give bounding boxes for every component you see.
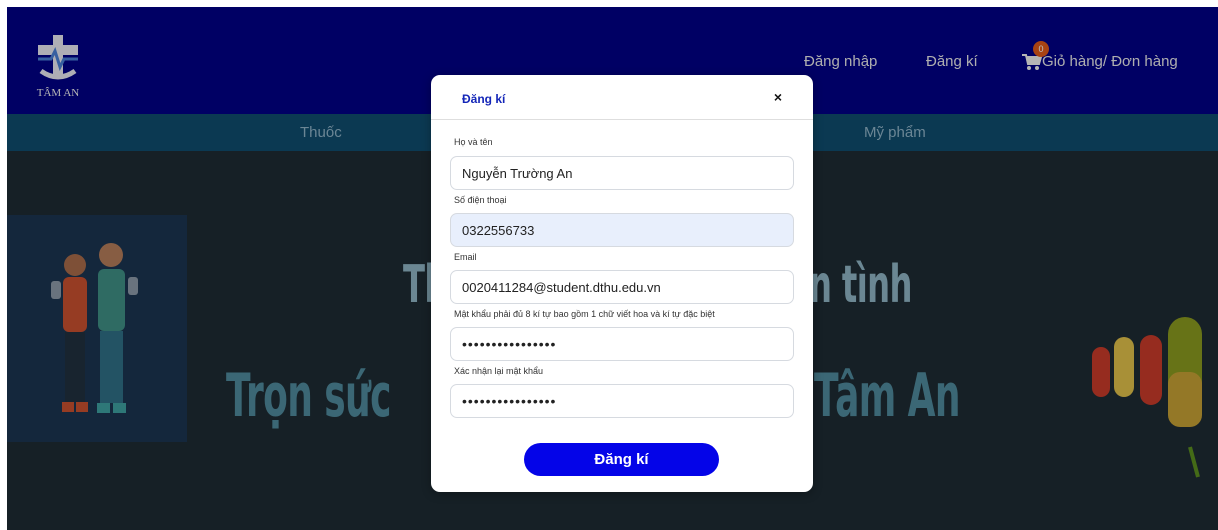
confirm-password-label: Xác nhận lại mật khẩu (454, 366, 544, 376)
password-label: Mật khẩu phải đủ 8 kí tự bao gồm 1 chữ v… (454, 309, 715, 319)
confirm-password-input[interactable] (450, 384, 794, 418)
modal-divider (431, 119, 813, 120)
modal-title: Đăng kí (462, 92, 506, 106)
phone-label: Số điện thoại (454, 195, 507, 205)
register-modal: Đăng kí × Họ và tên Số điện thoại Email … (431, 75, 813, 492)
email-input[interactable] (450, 270, 794, 304)
fullname-label: Họ và tên (454, 137, 493, 147)
password-input[interactable] (450, 327, 794, 361)
close-icon[interactable]: × (769, 87, 787, 107)
email-label: Email (454, 252, 477, 262)
page: TÂM AN Đăng nhập Đăng kí 0 Giỏ hàng/ Đơn… (7, 7, 1218, 530)
phone-input[interactable] (450, 213, 794, 247)
fullname-input[interactable] (450, 156, 794, 190)
register-submit-button[interactable]: Đăng kí (524, 443, 719, 476)
